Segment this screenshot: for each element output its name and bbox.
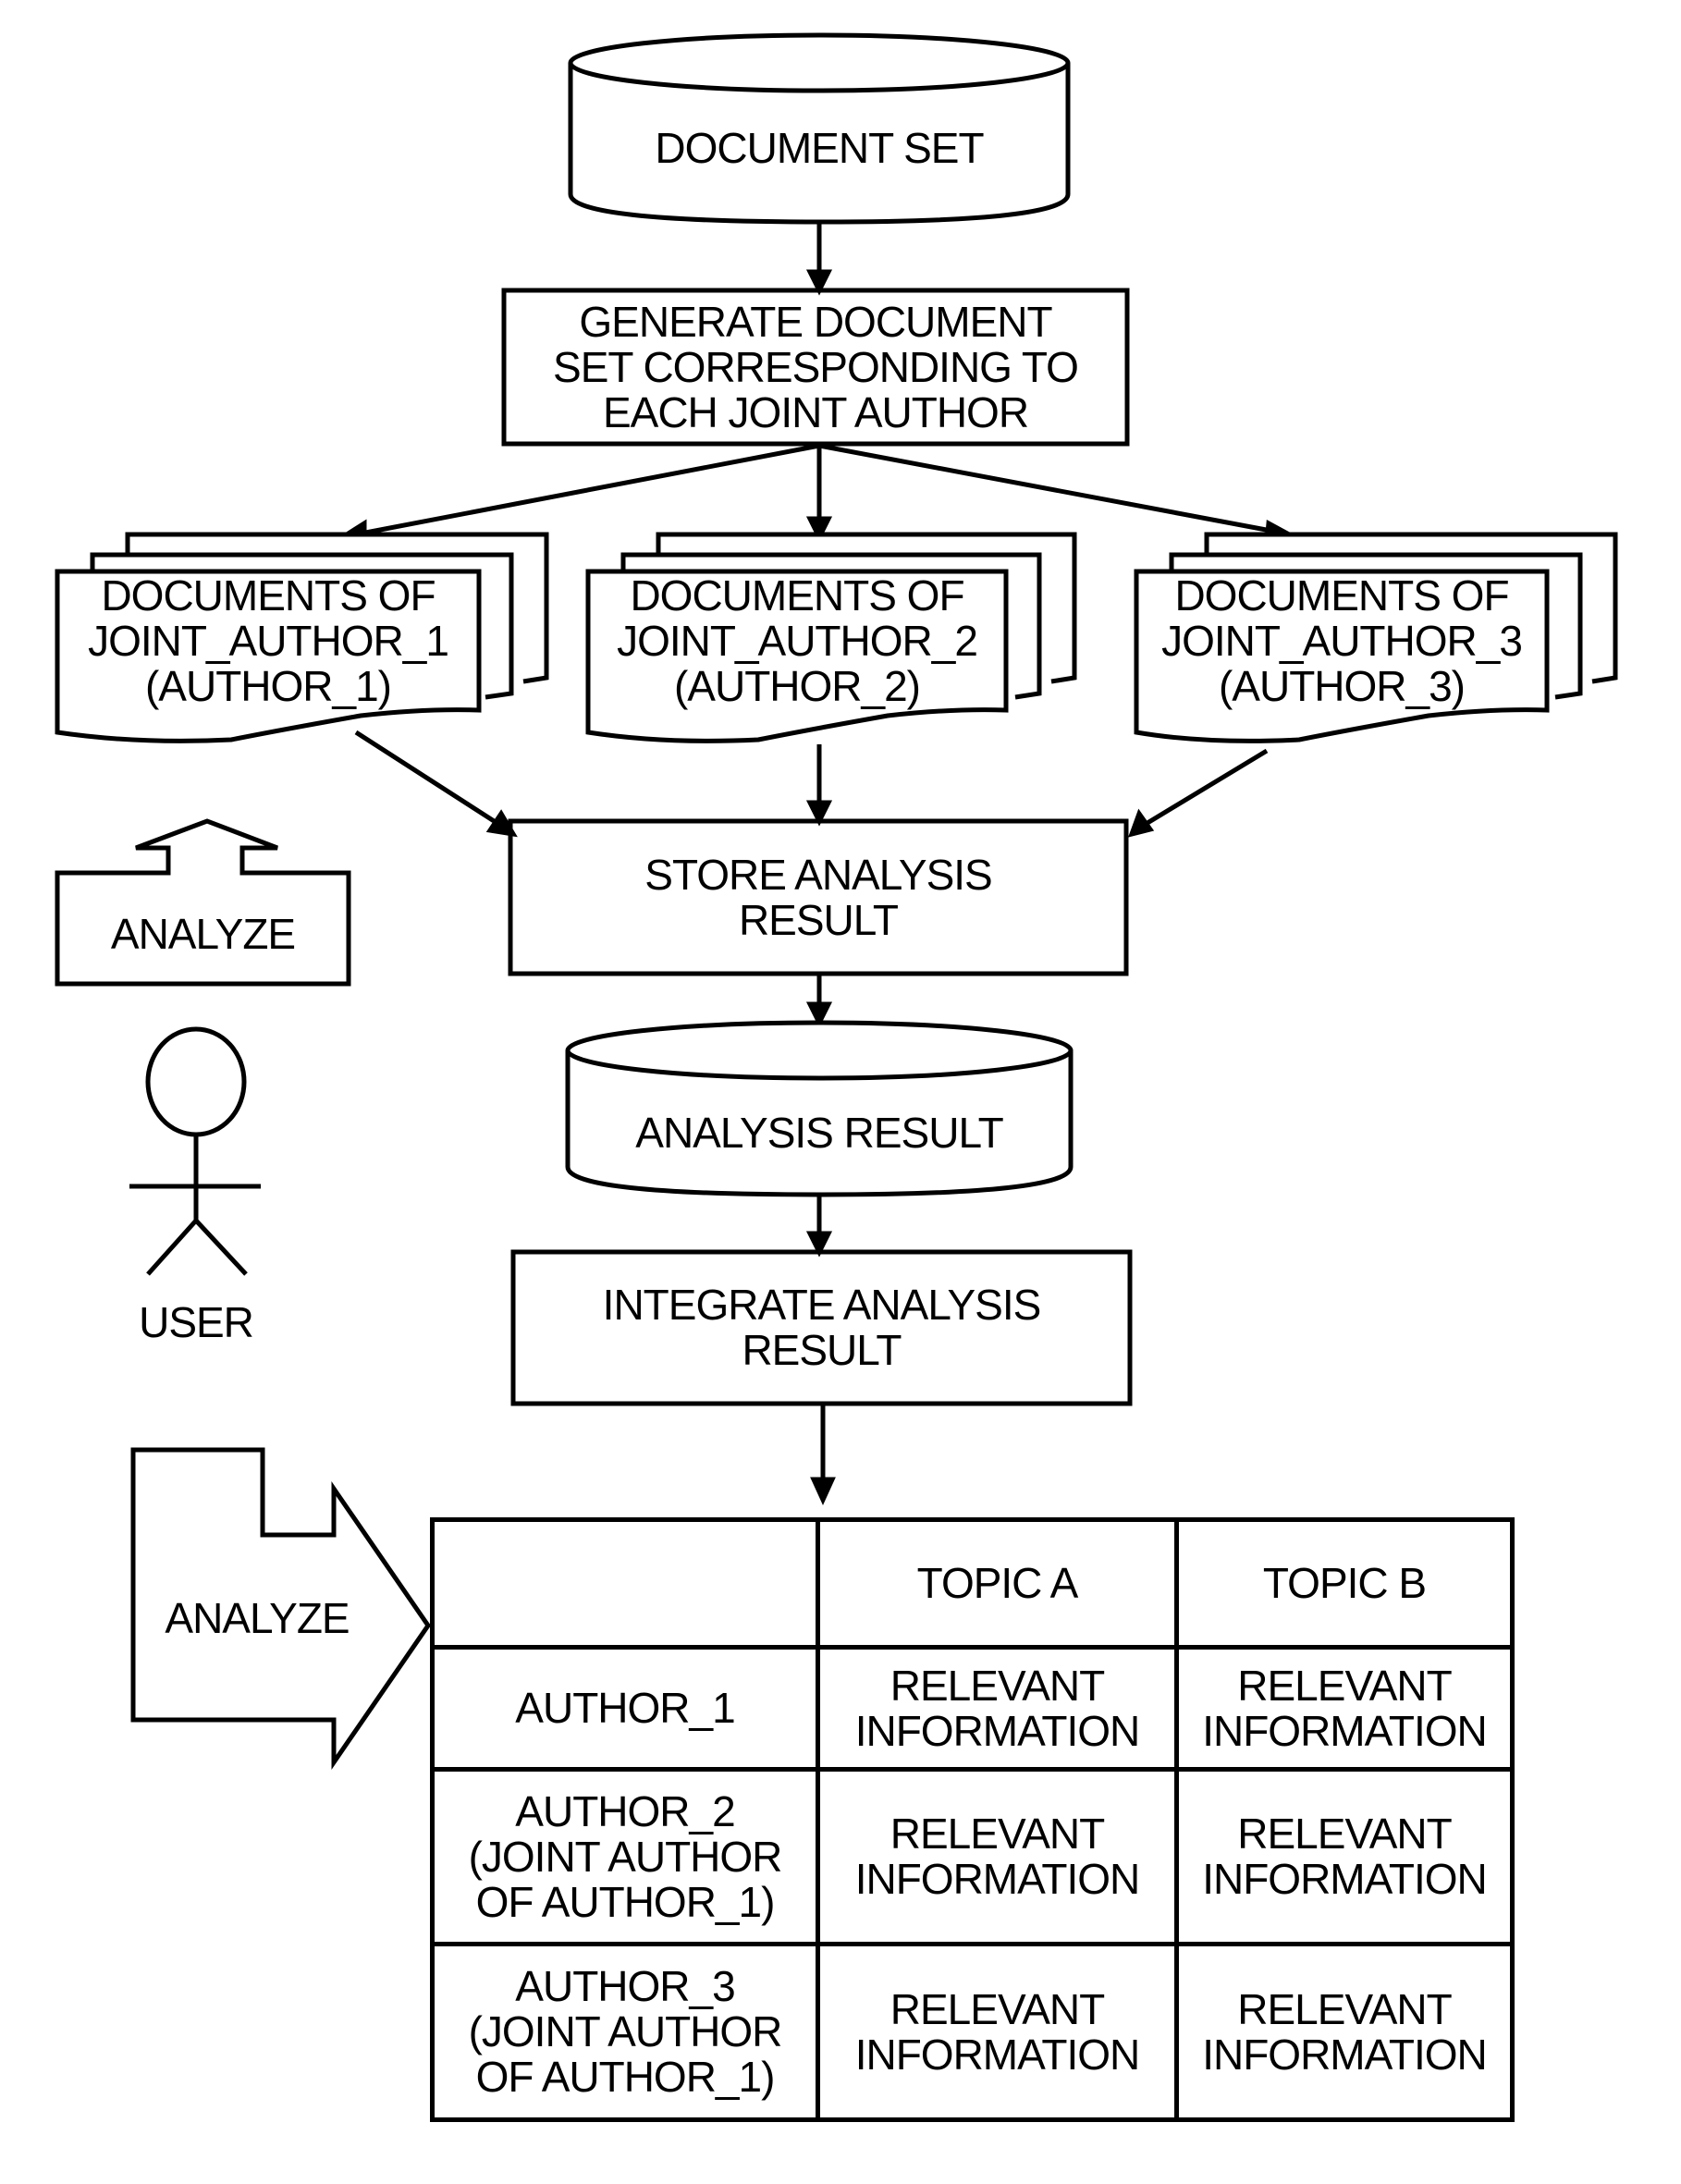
document-set-label: DOCUMENT SET	[655, 123, 984, 172]
user-label: USER	[139, 1297, 254, 1346]
analysis-result-label: ANALYSIS RESULT	[635, 1108, 1003, 1157]
analyze-bottom-label: ANALYZE	[165, 1593, 350, 1642]
arrow-docs1-to-store	[354, 730, 503, 828]
arrowhead	[805, 1231, 833, 1258]
table-cell: RELEVANT INFORMATION	[816, 1942, 1179, 2122]
table-header-cell: TOPIC B	[1174, 1517, 1515, 1650]
table-header-row: TOPIC A TOPIC B	[430, 1517, 1515, 1650]
table-cell: AUTHOR_3 (JOINT AUTHOR OF AUTHOR_1)	[430, 1942, 820, 2122]
analyze-top-label: ANALYZE	[110, 909, 296, 958]
table-cell: RELEVANT INFORMATION	[1174, 1942, 1515, 2122]
arrowhead	[1128, 808, 1155, 838]
table-cell: RELEVANT INFORMATION	[816, 1645, 1179, 1772]
table-cell: AUTHOR_1	[430, 1645, 820, 1772]
integrate-label: INTEGRATE ANALYSIS RESULT	[602, 1281, 1042, 1374]
arrowhead	[805, 269, 833, 296]
docs-3-label: DOCUMENTS OF JOINT_AUTHOR_3 (AUTHOR_3)	[1161, 571, 1523, 710]
arrowhead	[805, 800, 833, 827]
table-cell: RELEVANT INFORMATION	[816, 1767, 1179, 1946]
arrowhead	[805, 1001, 833, 1028]
generate-label: GENERATE DOCUMENT SET CORRESPONDING TO E…	[553, 297, 1079, 436]
table-cell: RELEVANT INFORMATION	[1174, 1767, 1515, 1946]
arrow-generate-to-docs3	[818, 443, 1277, 534]
docs-1-label: DOCUMENTS OF JOINT_AUTHOR_1 (AUTHOR_1)	[88, 571, 449, 710]
user-icon	[129, 1026, 261, 1276]
author-topic-table: TOPIC A TOPIC B AUTHOR_1 RELEVANT INFORM…	[430, 1517, 1515, 2122]
table-row: AUTHOR_3 (JOINT AUTHOR OF AUTHOR_1) RELE…	[430, 1942, 1515, 2122]
table-row: AUTHOR_2 (JOINT AUTHOR OF AUTHOR_1) RELE…	[430, 1767, 1515, 1946]
arrow-generate-to-docs1	[355, 443, 820, 537]
store-label: STORE ANALYSIS RESULT	[644, 850, 992, 944]
table-header-cell: TOPIC A	[816, 1517, 1179, 1650]
arrow-docs3-to-store	[1141, 748, 1269, 828]
table-header-cell	[430, 1517, 820, 1650]
docs-2-label: DOCUMENTS OF JOINT_AUTHOR_2 (AUTHOR_2)	[617, 571, 978, 710]
table-cell: RELEVANT INFORMATION	[1174, 1645, 1515, 1772]
arrowhead	[810, 1477, 836, 1506]
table-row: AUTHOR_1 RELEVANT INFORMATION RELEVANT I…	[430, 1645, 1515, 1772]
table-cell: AUTHOR_2 (JOINT AUTHOR OF AUTHOR_1)	[430, 1767, 820, 1946]
